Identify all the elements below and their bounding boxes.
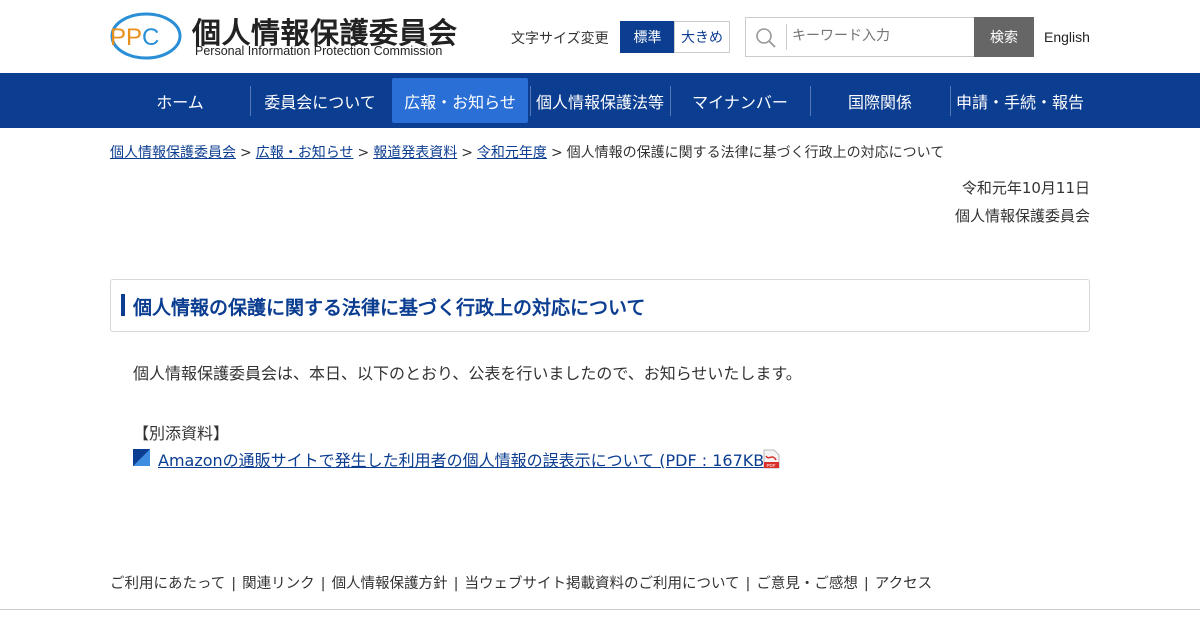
search-input[interactable] [792,28,967,44]
footer-divider [0,609,1200,610]
breadcrumb-link-year[interactable]: 令和元年度 [477,145,547,161]
search-divider [786,24,787,50]
footer-separator: | [745,576,751,592]
search-button[interactable]: 検索 [974,17,1034,57]
nav-item-mynumber[interactable]: マイナンバー [671,73,809,128]
nav-item-about[interactable]: 委員会について [251,73,389,128]
blue-triangle-bullet-icon [133,449,150,466]
footer-separator: | [320,576,326,592]
page-title: 個人情報の保護に関する法律に基づく行政上の対応について [133,297,646,319]
fontsize-large-button[interactable]: 大きめ [674,21,730,53]
breadcrumb-separator: > [461,145,473,161]
breadcrumb-separator: > [357,145,370,161]
site-logo[interactable]: P P C 個人情報保護委員会 Personal Information Pro… [108,10,457,62]
footer-link-privacy[interactable]: 個人情報保護方針 [332,576,448,592]
breadcrumb-separator: > [240,145,252,161]
nav-item-news[interactable]: 広報・お知らせ [392,78,528,123]
logo-subtitle: Personal Information Protection Commissi… [195,44,443,58]
svg-text:PDF: PDF [767,463,776,468]
title-accent-bar [121,294,125,316]
search-box [745,17,975,57]
breadcrumb-link-home[interactable]: 個人情報保護委員会 [110,145,236,161]
breadcrumb-current: 個人情報の保護に関する法律に基づく行政上の対応について [566,145,945,161]
english-link[interactable]: English [1044,29,1090,45]
breadcrumb-link-news[interactable]: 広報・お知らせ [256,145,354,161]
nav-item-applications[interactable]: 申請・手続・報告 [951,73,1089,128]
publisher-organization: 個人情報保護委員会 [954,207,1090,225]
footer-links: ご利用にあたって | 関連リンク | 個人情報保護方針 | 当ウェブサイト掲載資料のご利用に… [110,572,932,593]
svg-text:P: P [110,24,126,51]
breadcrumb: 個人情報保護委員会 > 広報・お知らせ > 報道発表資料 > 令和元年度 > 個人情報の保護に関… [110,142,944,162]
nav-item-law[interactable]: 個人情報保護法等 [531,73,669,128]
ppc-logo-icon: P P C [110,12,182,60]
footer-link-related[interactable]: 関連リンク [242,576,315,592]
fontsize-label: 文字サイズ変更 [511,31,609,47]
attachments-heading: 【別添資料】 [133,424,230,443]
footer-link-access[interactable]: アクセス [875,576,932,592]
fontsize-standard-button[interactable]: 標準 [620,21,675,53]
breadcrumb-separator: > [550,145,563,161]
footer-link-terms[interactable]: ご利用にあたって [110,576,225,592]
nav-item-international[interactable]: 国際関係 [811,73,949,128]
svg-text:P: P [126,24,142,51]
search-icon [756,28,776,48]
footer-link-content-use[interactable]: 当ウェブサイト掲載資料のご利用について [464,576,739,592]
site-header: P P C 個人情報保護委員会 Personal Information Pro… [0,0,1200,73]
nav-item-home[interactable]: ホーム [110,73,250,128]
page-title-box: 個人情報の保護に関する法律に基づく行政上の対応について [110,279,1090,332]
announcement-text: 個人情報保護委員会は、本日、以下のとおり、公表を行いましたので、お知らせいたしま… [133,364,802,383]
footer-separator: | [231,576,237,592]
publish-date: 令和元年10月11日 [961,179,1090,197]
breadcrumb-link-press[interactable]: 報道発表資料 [373,145,457,161]
attachment-pdf-link[interactable]: Amazonの通販サイトで発生した利用者の個人情報の誤表示について (PDF :… [158,447,771,471]
pdf-file-icon: PDF [763,449,780,469]
footer-separator: | [453,576,459,592]
global-nav: ホーム 委員会について 広報・お知らせ 個人情報保護法等 マイナンバー 国際関係… [0,73,1200,128]
svg-text:C: C [142,24,159,51]
footer-link-feedback[interactable]: ご意見・ご感想 [756,576,858,592]
footer-separator: | [863,576,869,592]
